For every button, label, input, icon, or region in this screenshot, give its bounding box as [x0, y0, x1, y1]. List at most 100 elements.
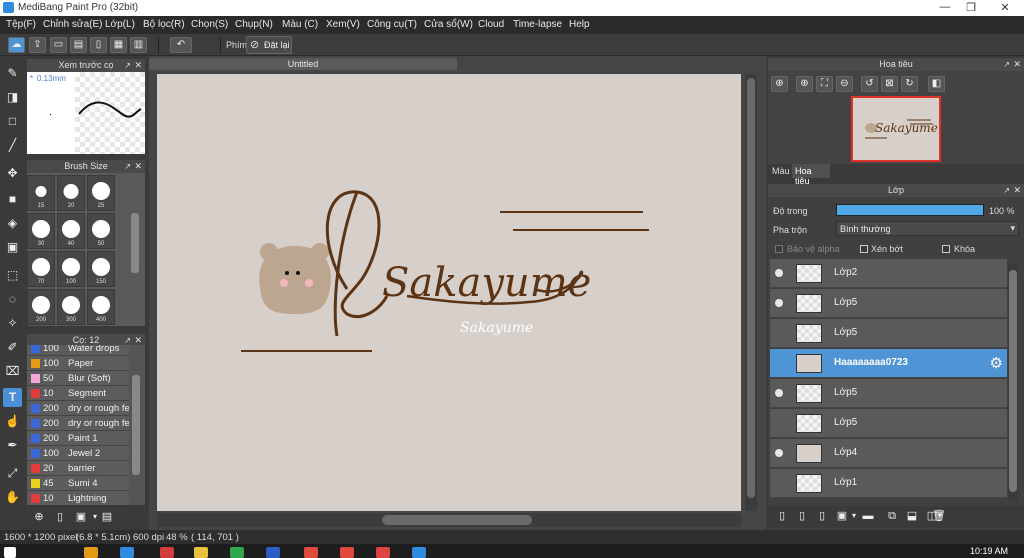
brush-settings-icon[interactable]: ▤	[99, 509, 115, 525]
restore-button[interactable]: ❐	[956, 1, 986, 14]
lasso-tool-icon[interactable]: ◌	[3, 290, 22, 309]
menu-edit[interactable]: Chỉnh sửa(E)	[43, 19, 103, 30]
brush-size-cell[interactable]: 400	[87, 289, 115, 325]
layer-row-selected[interactable]: Haaaaaaaa0723 ⚙	[770, 349, 1007, 378]
brush-size-cell[interactable]: 25	[87, 175, 115, 211]
taskbar-app-icon[interactable]	[84, 547, 98, 558]
navigator-thumbnail[interactable]: Sakayume	[851, 96, 941, 162]
brush-size-cell[interactable]: 70	[27, 251, 55, 287]
menu-filter[interactable]: Bộ lọc(R)	[143, 19, 185, 30]
layer-scroll-thumb[interactable]	[1009, 270, 1017, 492]
protect-alpha-checkbox[interactable]	[775, 245, 783, 253]
menu-cloud[interactable]: Cloud	[478, 19, 504, 30]
document-tab[interactable]: Untitled	[149, 58, 457, 70]
visibility-eye-icon[interactable]	[775, 389, 783, 397]
folder-icon[interactable]: ▬	[860, 508, 876, 524]
tab-navigator[interactable]: Hoa tiêu	[792, 164, 830, 186]
layer-row[interactable]: Lớp4	[770, 439, 1007, 468]
zoom-in-icon[interactable]: ⊕	[796, 76, 813, 92]
menu-layer[interactable]: Lớp(L)	[105, 19, 135, 30]
reset-view-icon[interactable]: ⊠	[881, 76, 898, 92]
fill-rect-tool-icon[interactable]: ■	[3, 190, 22, 209]
brush-row[interactable]: 200 Paint 1	[27, 431, 129, 446]
select-pen-tool-icon[interactable]: ✐	[3, 338, 22, 357]
taskbar-app-icon[interactable]	[120, 547, 134, 558]
layer-row[interactable]: Lớp5	[770, 379, 1007, 408]
fit-window-icon[interactable]: ⛶	[816, 76, 833, 92]
brush-tool-icon[interactable]: ✎	[3, 64, 22, 83]
visibility-eye-icon[interactable]	[775, 299, 783, 307]
new-brush-icon[interactable]: ▯	[52, 509, 68, 525]
popout-icon[interactable]: ↗	[1003, 58, 1010, 71]
gear-icon[interactable]: ⚙	[990, 354, 1003, 372]
brush-size-cell[interactable]: 100	[57, 251, 85, 287]
brush-size-cell[interactable]: 30	[27, 213, 55, 249]
comment-icon[interactable]: ▭	[50, 37, 67, 53]
rotate-left-icon[interactable]: ↺	[861, 76, 878, 92]
close-icon[interactable]: ✕	[134, 59, 142, 72]
tab-color[interactable]: Màu	[772, 166, 790, 176]
horizontal-scrollbar[interactable]	[157, 513, 741, 527]
taskbar-app-icon[interactable]	[160, 547, 174, 558]
magic-wand-tool-icon[interactable]: ✧	[3, 314, 22, 333]
select-eraser-tool-icon[interactable]: ⌧	[3, 362, 22, 381]
taskbar-excel-icon[interactable]	[230, 547, 244, 558]
popout-icon[interactable]: ↗	[1003, 184, 1010, 197]
line-tool-icon[interactable]: ╱	[3, 136, 22, 155]
operation-tool-icon[interactable]: ☝	[3, 412, 22, 431]
zoom-fit-icon[interactable]: ⊕	[771, 76, 788, 92]
clipping-checkbox[interactable]	[860, 245, 868, 253]
eraser-tool-icon[interactable]: ◨	[3, 88, 22, 107]
layer-row[interactable]: Lớp5	[770, 409, 1007, 438]
bucket-tool-icon[interactable]: ◈	[3, 214, 22, 233]
lock-checkbox[interactable]	[942, 245, 950, 253]
brush-list-scrollbar[interactable]	[132, 375, 140, 475]
duplicate-layer-icon[interactable]: ⧉	[884, 508, 900, 524]
visibility-eye-icon[interactable]	[775, 449, 783, 457]
popout-icon[interactable]: ↗	[124, 160, 131, 173]
opacity-slider[interactable]	[836, 204, 984, 216]
close-icon[interactable]: ✕	[1013, 58, 1021, 71]
eyedropper-tool-icon[interactable]: ⤢	[3, 464, 22, 483]
brush-size-cell[interactable]: 200	[27, 289, 55, 325]
share-icon[interactable]: ⇪	[29, 37, 46, 53]
brush-row[interactable]: 50 Blur (Soft)	[27, 371, 129, 386]
new-layer-icon[interactable]: ▯	[774, 508, 790, 524]
layer-scrollbar[interactable]	[1008, 264, 1018, 501]
popout-icon[interactable]: ↗	[124, 59, 131, 72]
flip-icon[interactable]: ◧	[928, 76, 945, 92]
rotate-right-icon[interactable]: ↻	[901, 76, 918, 92]
grid-icon[interactable]: ▥	[130, 37, 147, 53]
brush-row[interactable]: 10 Lightning	[27, 491, 129, 505]
cloud-icon[interactable]: ☁	[8, 37, 25, 53]
taskbar-medibang-icon[interactable]	[412, 547, 426, 558]
visibility-eye-icon[interactable]	[775, 269, 783, 277]
zoom-out-icon[interactable]: ⊖	[836, 76, 853, 92]
menu-tools[interactable]: Công cụ(T)	[367, 19, 417, 30]
close-button[interactable]: ✕	[990, 1, 1020, 14]
brush-size-scrollbar[interactable]	[131, 213, 139, 273]
brush-size-cell[interactable]: 150	[87, 251, 115, 287]
shape-tool-icon[interactable]: □	[3, 112, 22, 131]
select-rect-tool-icon[interactable]: ⬚	[3, 266, 22, 285]
brush-size-cell[interactable]: 15	[27, 175, 55, 211]
layer-row[interactable]: Lớp5	[770, 289, 1007, 318]
menu-select[interactable]: Chọn(S)	[191, 19, 228, 30]
trash-icon[interactable]: 🗑	[931, 508, 947, 524]
layer-row[interactable]: Lớp1	[770, 469, 1007, 498]
gradient-tool-icon[interactable]: ▣	[3, 238, 22, 257]
brush-size-cell[interactable]: 300	[57, 289, 85, 325]
blend-mode-select[interactable]: Bình thường ▾	[836, 221, 1019, 236]
close-icon[interactable]: ✕	[1013, 184, 1021, 197]
menu-color[interactable]: Màu (C)	[282, 19, 318, 30]
text-tool-icon[interactable]: T	[3, 388, 22, 407]
menu-file[interactable]: Tệp(F)	[6, 19, 36, 30]
brush-row[interactable]: 45 Sumi 4	[27, 476, 129, 491]
page-list-icon[interactable]: ▦	[110, 37, 127, 53]
add-brush-icon[interactable]: ⊕	[31, 509, 47, 525]
taskbar-chrome-icon[interactable]	[304, 547, 318, 558]
taskbar-folder-icon[interactable]	[194, 547, 208, 558]
brush-row[interactable]: 200 dry or rough fe	[27, 401, 129, 416]
menu-timelapse[interactable]: Time-lapse	[513, 19, 562, 30]
taskbar-word-icon[interactable]	[266, 547, 280, 558]
